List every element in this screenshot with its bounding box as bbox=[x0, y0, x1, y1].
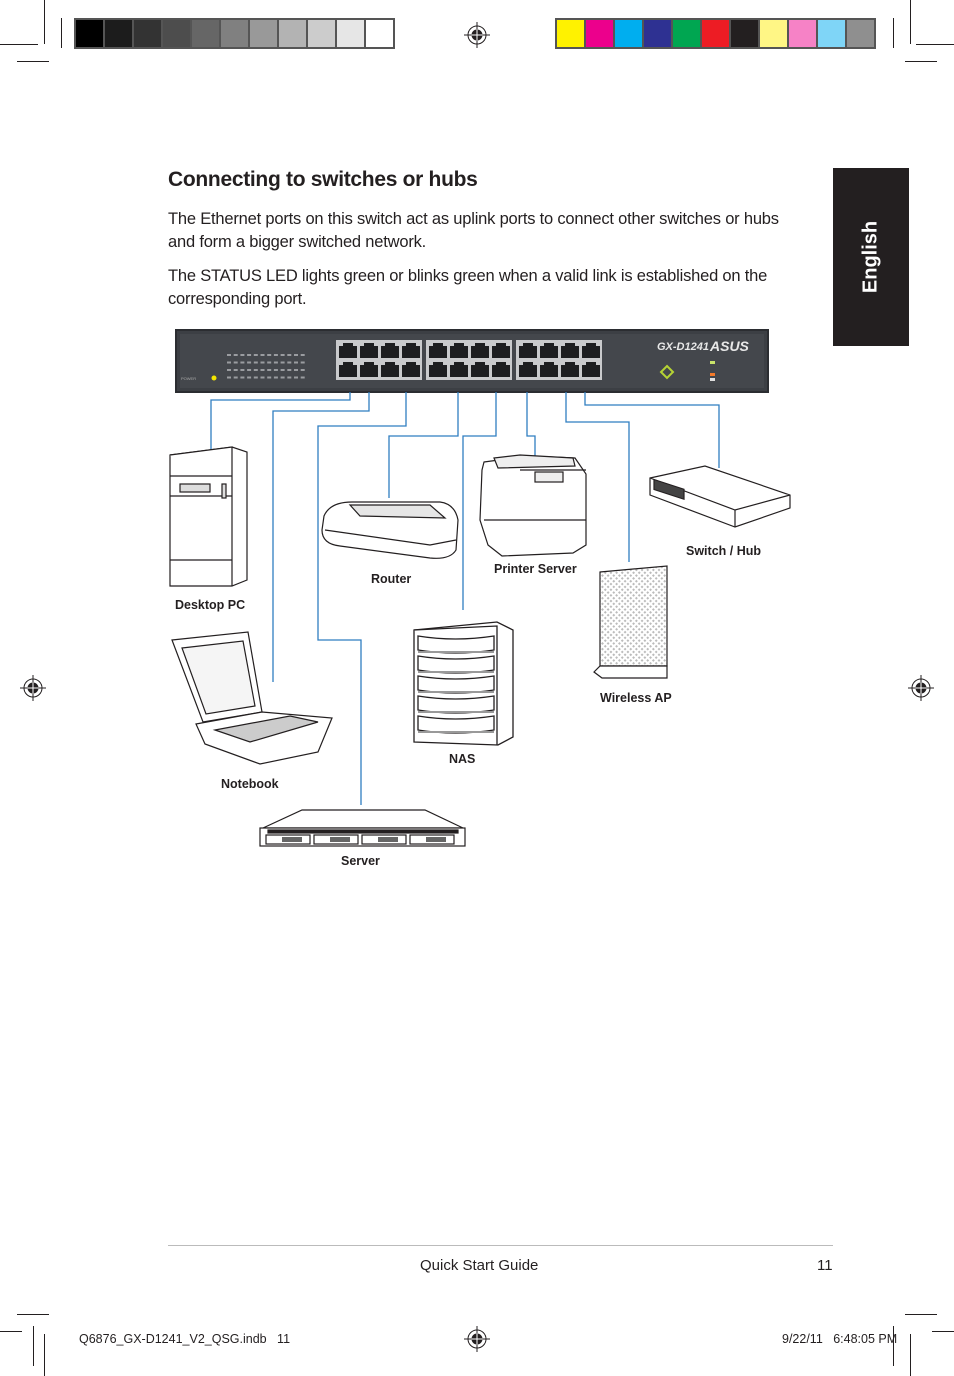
model-logo: GX-D1241 bbox=[657, 341, 709, 353]
port-led bbox=[247, 369, 252, 371]
gx-d1241-switch: POWER GX-D1241 ASUS bbox=[175, 329, 769, 393]
cable-printer-server bbox=[526, 392, 536, 456]
footer-page-number: 11 bbox=[817, 1257, 833, 1274]
label-printer-server: Printer Server bbox=[494, 562, 577, 576]
nas-drive-bay bbox=[417, 695, 495, 714]
port-led bbox=[273, 369, 278, 371]
port-led bbox=[227, 361, 231, 364]
slug-timestamp: 9/22/11 6:48:05 PM bbox=[782, 1332, 898, 1346]
label-nas: NAS bbox=[449, 752, 476, 766]
port-led bbox=[240, 376, 245, 379]
port-led bbox=[240, 361, 245, 364]
nas-illustration bbox=[413, 621, 514, 746]
port-led bbox=[260, 376, 265, 379]
slug-file-name: Q6876_GX-D1241_V2_QSG.indb 11 bbox=[79, 1332, 291, 1346]
desktop-pc-illustration bbox=[169, 446, 248, 587]
footer-divider bbox=[168, 1245, 833, 1246]
port-led bbox=[280, 376, 285, 379]
port-led bbox=[287, 361, 292, 364]
port-led bbox=[227, 376, 231, 379]
rj45-port-block bbox=[336, 340, 602, 380]
port-led bbox=[253, 369, 258, 371]
switch-hub-illustration bbox=[649, 465, 791, 528]
network-diagram: POWER GX-D1241 ASUS bbox=[169, 329, 791, 847]
port-led bbox=[240, 354, 245, 356]
port-led bbox=[227, 354, 231, 356]
port-led bbox=[280, 361, 285, 364]
power-led-icon bbox=[211, 375, 217, 381]
port-led bbox=[233, 354, 238, 356]
port-led bbox=[287, 376, 292, 379]
port-led bbox=[300, 361, 305, 364]
port-led bbox=[280, 354, 285, 356]
port-led bbox=[233, 369, 238, 371]
port-led bbox=[287, 354, 292, 356]
wireless-ap-illustration bbox=[593, 565, 668, 679]
port-led bbox=[233, 361, 238, 364]
printer-server-illustration bbox=[479, 454, 587, 557]
label-wireless-ap: Wireless AP bbox=[600, 691, 672, 705]
port-led bbox=[267, 376, 272, 379]
port-led bbox=[294, 361, 298, 364]
label-notebook: Notebook bbox=[221, 777, 279, 791]
asus-logo: ASUS bbox=[709, 338, 750, 354]
cable-router bbox=[388, 392, 459, 498]
port-led bbox=[273, 376, 278, 379]
port-led bbox=[294, 369, 298, 371]
footer-guide-title: Quick Start Guide bbox=[420, 1257, 539, 1274]
port-led bbox=[260, 369, 265, 371]
port-led bbox=[280, 369, 285, 371]
notebook-illustration bbox=[171, 631, 333, 765]
nas-drive-bay bbox=[417, 715, 495, 734]
port-led bbox=[294, 376, 298, 379]
port-led bbox=[233, 376, 238, 379]
port-led bbox=[300, 369, 305, 371]
port-led bbox=[253, 361, 258, 364]
port-led bbox=[253, 354, 258, 356]
label-server: Server bbox=[341, 854, 380, 868]
nas-drive-bay bbox=[417, 635, 495, 654]
svg-text:POWER: POWER bbox=[181, 376, 196, 381]
port-led bbox=[260, 361, 265, 364]
port-led bbox=[287, 369, 292, 371]
port-led bbox=[267, 354, 272, 356]
cable-switch-hub bbox=[584, 392, 720, 468]
port-led bbox=[247, 354, 252, 356]
cable-desktop-pc bbox=[210, 392, 351, 452]
port-led bbox=[294, 354, 298, 356]
server-illustration bbox=[259, 809, 466, 847]
port-led bbox=[273, 361, 278, 364]
cable-server bbox=[317, 392, 407, 805]
router-illustration bbox=[321, 501, 459, 559]
port-led bbox=[273, 354, 278, 356]
label-router: Router bbox=[371, 572, 412, 586]
port-led bbox=[267, 369, 272, 371]
nas-drive-bay bbox=[417, 655, 495, 674]
port-led bbox=[227, 369, 231, 371]
label-desktop-pc: Desktop PC bbox=[175, 598, 246, 612]
port-led bbox=[247, 361, 252, 364]
port-led bbox=[253, 376, 258, 379]
port-led bbox=[240, 369, 245, 371]
port-led bbox=[247, 376, 252, 379]
port-led bbox=[300, 354, 305, 356]
nas-drive-bay bbox=[417, 675, 495, 694]
port-led bbox=[267, 361, 272, 364]
label-switch-hub: Switch / Hub bbox=[686, 544, 761, 558]
port-led bbox=[260, 354, 265, 356]
port-led bbox=[300, 376, 305, 379]
